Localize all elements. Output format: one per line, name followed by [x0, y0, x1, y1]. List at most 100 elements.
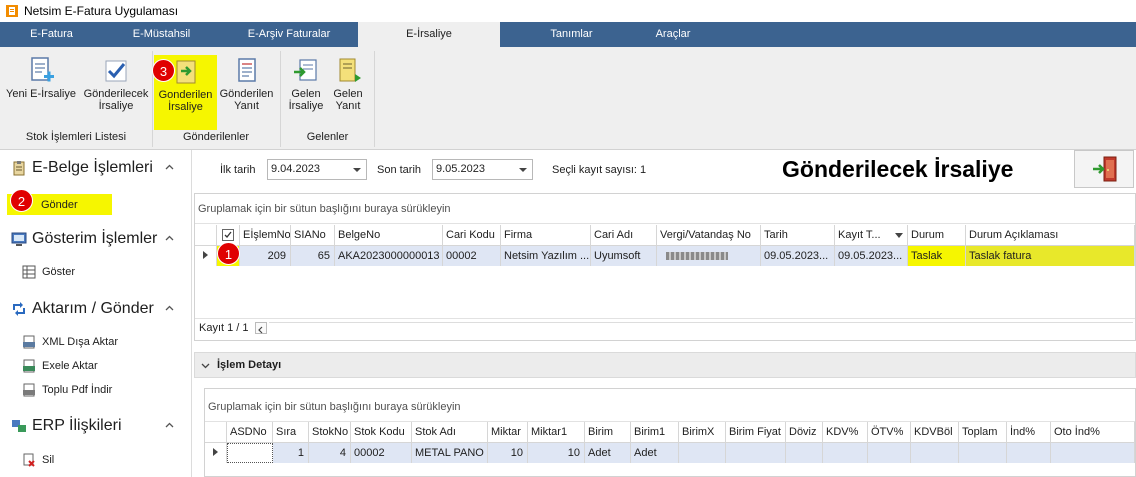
column-header[interactable]: İnd%	[1007, 422, 1051, 443]
table-cell[interactable]	[911, 443, 959, 463]
status-description-cell[interactable]: Taslak fatura	[966, 246, 1135, 266]
table-cell[interactable]: Adet	[631, 443, 679, 463]
column-header[interactable]: Tarih	[761, 225, 835, 246]
status-cell[interactable]: Taslak	[908, 246, 966, 266]
table-cell[interactable]: 65	[291, 246, 335, 266]
select-all-checkbox[interactable]	[222, 229, 234, 242]
exit-button[interactable]	[1074, 150, 1134, 188]
column-header[interactable]: Birim	[585, 422, 631, 443]
gelen-yanit-button[interactable]: Gelen Yanıt	[330, 56, 366, 122]
column-header[interactable]: StokNo	[309, 422, 351, 443]
table-cell[interactable]: Adet	[585, 443, 631, 463]
nav-item-exele-aktar[interactable]: Exele Aktar	[22, 357, 98, 375]
table-cell[interactable]	[1007, 443, 1051, 463]
table-cell[interactable]: 4	[309, 443, 351, 463]
column-header[interactable]: BelgeNo	[335, 225, 443, 246]
gelen-irsaliye-button[interactable]: Gelen İrsaliye	[287, 56, 325, 122]
column-header[interactable]: SIANo	[291, 225, 335, 246]
column-header[interactable]: BirimX	[679, 422, 726, 443]
column-header[interactable]: EİşlemNo	[240, 225, 291, 246]
column-header[interactable]: ÖTV%	[868, 422, 911, 443]
table-cell[interactable]	[679, 443, 726, 463]
monitor-icon	[11, 232, 27, 246]
xml-file-icon	[23, 335, 35, 349]
column-header[interactable]: Miktar1	[528, 422, 585, 443]
nav-item-goster[interactable]: Göster	[22, 263, 75, 281]
row-arrow-icon	[203, 251, 208, 259]
clipboard-icon	[13, 161, 25, 176]
nav-item-toplu-pdf-indir[interactable]: Toplu Pdf İndir	[22, 381, 112, 399]
column-header[interactable]: Vergi/Vatandaş No	[657, 225, 761, 246]
column-header[interactable]: ASDNo	[227, 422, 273, 443]
dropdown-arrow-icon	[519, 168, 527, 172]
end-date-label: Son tarih	[377, 164, 422, 176]
nav-item-sil[interactable]: Sil	[22, 451, 54, 469]
column-header[interactable]: KDVBöl	[911, 422, 959, 443]
column-header[interactable]: Stok Adı	[412, 422, 488, 443]
table-cell[interactable]: AKA2023000000013	[335, 246, 443, 266]
column-header[interactable]: Sıra	[273, 422, 309, 443]
row-arrow-icon	[213, 448, 218, 456]
chevron-up-icon	[165, 235, 174, 241]
table-cell[interactable]	[868, 443, 911, 463]
column-header[interactable]: Döviz	[786, 422, 823, 443]
table-cell[interactable]	[227, 443, 273, 463]
table-cell[interactable]	[726, 443, 786, 463]
tab-e-arsiv-faturalar[interactable]: E-Arşiv Faturalar	[220, 22, 358, 47]
column-header[interactable]: Stok Kodu	[351, 422, 412, 443]
column-header[interactable]: Durum	[908, 225, 966, 246]
new-e-irsaliye-button[interactable]: Yeni E-İrsaliye	[4, 56, 78, 122]
tab-e-irsaliye[interactable]: E-İrsaliye	[358, 22, 500, 47]
table-cell[interactable]: Uyumsoft	[591, 246, 657, 266]
gonderilen-yanit-button[interactable]: Gönderilen Yanıt	[219, 56, 274, 122]
sort-descending-icon	[895, 233, 903, 238]
column-header[interactable]: Birim1	[631, 422, 679, 443]
chevron-up-icon	[165, 305, 174, 311]
table-cell[interactable]	[1051, 443, 1135, 463]
nav-section-e-belge[interactable]: E-Belge İşlemleri	[0, 156, 190, 180]
table-cell[interactable]	[786, 443, 823, 463]
gonderilecek-irsaliye-button[interactable]: Gönderilecek İrsaliye	[81, 56, 151, 122]
table-cell[interactable]	[959, 443, 1007, 463]
start-date-field[interactable]: 9.04.2023	[267, 159, 367, 180]
nav-section-erp[interactable]: ERP İlişkileri	[0, 414, 190, 438]
tax-number-cell[interactable]	[657, 246, 761, 266]
table-cell[interactable]	[823, 443, 868, 463]
horizontal-scrollbar[interactable]	[269, 322, 1133, 334]
tab-araclar[interactable]: Araçlar	[643, 22, 703, 47]
tab-e-mustahsil[interactable]: E-Müstahsil	[103, 22, 220, 47]
table-cell[interactable]: METAL PANO	[412, 443, 488, 463]
table-cell[interactable]: 209	[240, 246, 291, 266]
column-header[interactable]: Durum Açıklaması	[966, 225, 1135, 246]
table-cell[interactable]: 09.05.2023...	[835, 246, 908, 266]
detail-panel-header[interactable]: İşlem Detayı	[194, 352, 1136, 378]
incoming-document-icon	[294, 59, 317, 81]
end-date-field[interactable]: 9.05.2023	[432, 159, 533, 180]
nav-section-gosterim[interactable]: Gösterim İşlemler	[0, 227, 190, 251]
table-cell[interactable]: 1	[273, 443, 309, 463]
main-tab-bar: E-Fatura E-Müstahsil E-Arşiv Faturalar E…	[0, 22, 1136, 47]
tab-e-fatura[interactable]: E-Fatura	[0, 22, 103, 47]
column-header[interactable]: KDV%	[823, 422, 868, 443]
record-navigator: Kayıt 1 / 1	[195, 318, 1135, 338]
column-header[interactable]: Oto İnd%	[1051, 422, 1135, 443]
scroll-left-button[interactable]	[255, 322, 267, 334]
table-cell[interactable]: 10	[528, 443, 585, 463]
column-header[interactable]: Firma	[501, 225, 591, 246]
table-cell[interactable]: 00002	[443, 246, 501, 266]
column-header[interactable]: Cari Kodu	[443, 225, 501, 246]
column-header[interactable]: Cari Adı	[591, 225, 657, 246]
table-cell[interactable]: 00002	[351, 443, 412, 463]
column-header[interactable]: Miktar	[488, 422, 528, 443]
nav-item-xml-disa-aktar[interactable]: XML Dışa Aktar	[22, 333, 118, 351]
table-cell[interactable]: 10	[488, 443, 528, 463]
table-cell[interactable]: Netsim Yazılım ...	[501, 246, 591, 266]
erp-relation-icon	[12, 420, 26, 432]
column-header-kayit-tarihi[interactable]: Kayıt T...	[835, 225, 908, 246]
table-cell[interactable]: 09.05.2023...	[761, 246, 835, 266]
nav-section-aktarim[interactable]: Aktarım / Gönder	[0, 297, 190, 321]
column-header[interactable]: Toplam	[959, 422, 1007, 443]
chevron-down-icon	[201, 363, 210, 369]
column-header[interactable]: Birim Fiyat	[726, 422, 786, 443]
tab-tanimlar[interactable]: Tanımlar	[500, 22, 643, 47]
